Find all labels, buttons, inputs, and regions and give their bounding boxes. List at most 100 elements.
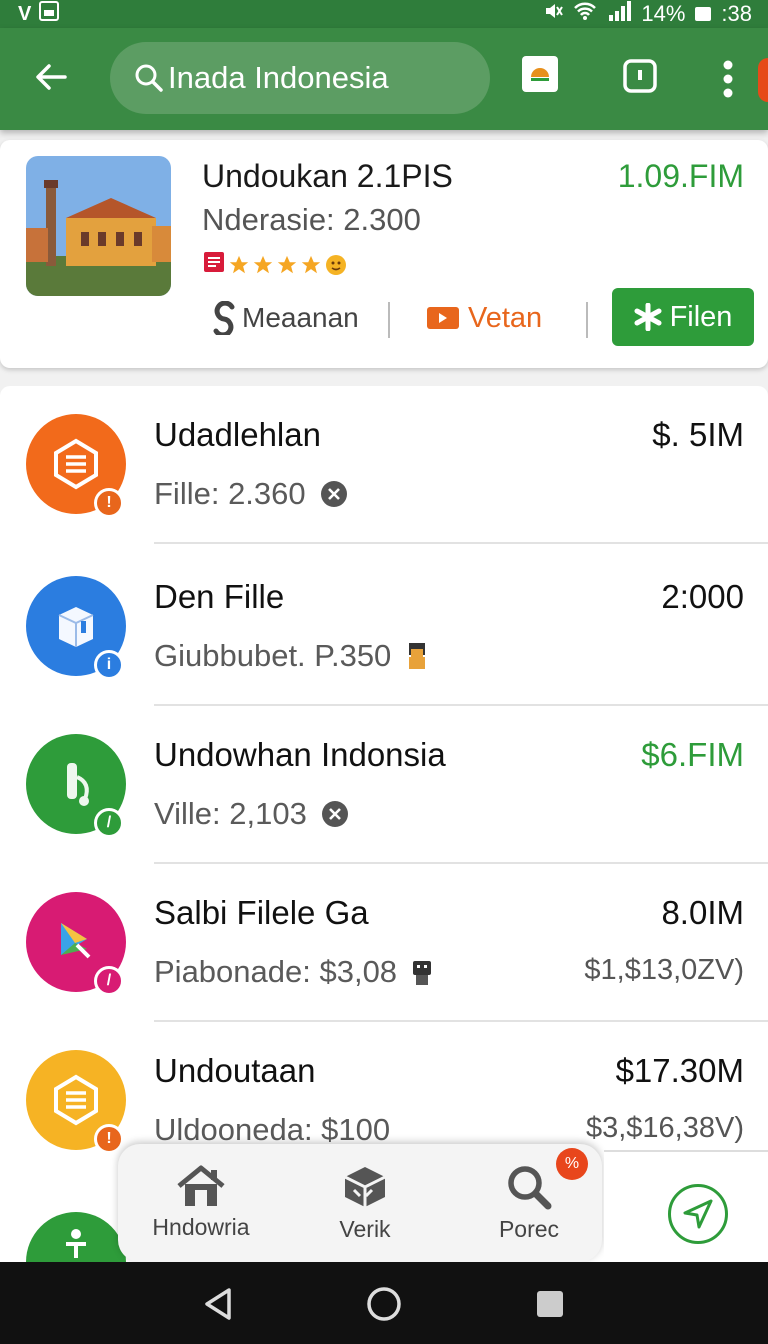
item-subtitle: Fille: 2.360	[154, 476, 348, 512]
search-icon	[134, 63, 164, 93]
more-vert-icon	[723, 60, 733, 98]
status-right: 14% :38	[543, 0, 752, 28]
star-icon	[253, 255, 273, 273]
item-subtitle-text: Ville: 2,103	[154, 796, 307, 831]
item-title: Undoutaan	[154, 1052, 316, 1089]
battery-icon	[695, 7, 712, 21]
item-value: $6.FIM	[641, 736, 744, 773]
share-icon	[213, 301, 235, 335]
item-title: Den Fille	[154, 578, 285, 615]
search-icon	[508, 1166, 552, 1210]
back-button[interactable]	[26, 52, 76, 102]
circle-home-icon	[367, 1287, 401, 1321]
item-subtitle-text: Giubbubet. P.350	[154, 638, 392, 673]
item-secondary-value: $3,$16,38V)	[585, 1112, 744, 1144]
filen-button[interactable]: Filen	[612, 288, 754, 346]
nav-item-verik[interactable]: Verik	[290, 1164, 440, 1254]
star-icon	[301, 255, 321, 273]
close-circle-icon[interactable]	[320, 480, 348, 508]
search-query: Inada Indonesia	[168, 60, 389, 95]
item-value: 2:000	[661, 578, 744, 615]
list-item[interactable]: ! Udadlehlan Fille: 2.360 $. 5IM	[0, 386, 768, 544]
app-toolbar: Inada Indonesia	[0, 28, 768, 130]
meaanan-label: Meaanan	[242, 302, 359, 333]
featured-title: Undoukan 2.1PIS	[202, 158, 453, 194]
divider	[388, 302, 390, 338]
meaanan-button[interactable]: Meaanan	[212, 288, 359, 348]
vetan-button[interactable]: Vetan	[426, 288, 542, 348]
list-item-partial[interactable]	[26, 1212, 126, 1262]
divider	[154, 542, 768, 544]
notification-edge-dot	[758, 58, 768, 102]
star-icon	[277, 255, 297, 273]
accessibility-icon	[26, 1212, 126, 1262]
filen-label: Filen	[669, 300, 733, 333]
nav-label: Porec	[498, 1216, 560, 1242]
info-badge-icon: i	[94, 650, 124, 680]
status-bar: V 14% :38	[0, 0, 768, 28]
more-menu-button[interactable]	[712, 54, 744, 104]
nav-item-home[interactable]: Hndowria	[126, 1164, 276, 1254]
item-title: Udadlehlan	[154, 416, 321, 453]
tablet-icon[interactable]	[620, 56, 660, 96]
app-notification-icon	[39, 1, 60, 27]
person-icon	[409, 643, 426, 669]
item-value: 8.0IM	[661, 894, 744, 931]
close-circle-icon[interactable]	[321, 800, 349, 828]
system-home-button[interactable]	[364, 1284, 404, 1324]
divider	[586, 302, 588, 338]
system-navigation-bar	[0, 1262, 768, 1344]
store-icon[interactable]	[522, 56, 558, 92]
check-badge-icon: /	[94, 808, 124, 838]
item-subtitle: Giubbubet. P.350	[154, 638, 429, 674]
item-value: $17.30M	[615, 1052, 744, 1089]
battery-percent: 14%	[641, 1, 686, 26]
clock: :38	[721, 1, 752, 26]
item-subtitle: Ville: 2,103	[154, 796, 349, 832]
navigation-arrow-icon	[683, 1199, 713, 1229]
system-recents-button[interactable]	[530, 1284, 570, 1324]
wifi-icon	[573, 1, 597, 27]
document-icon	[202, 250, 226, 279]
featured-rating	[202, 250, 348, 279]
star-icon	[229, 255, 249, 273]
item-subtitle: Uldooneda: $100	[154, 1112, 390, 1148]
item-subtitle-text: Fille: 2.360	[154, 476, 306, 511]
item-title: Undowhan Indonsia	[154, 736, 446, 773]
item-subtitle-text: Piabonade: $3,08	[154, 954, 398, 989]
cube-icon	[344, 1167, 386, 1207]
item-title: Salbi Filele Ga	[154, 894, 369, 931]
alert-badge-icon: !	[94, 1124, 124, 1154]
nav-label: Verik	[339, 1216, 391, 1242]
video-icon	[427, 307, 459, 329]
item-subtitle-text: Uldooneda: $100	[154, 1112, 391, 1147]
nav-item-porec[interactable]: Porec	[454, 1164, 604, 1254]
system-back-button[interactable]	[198, 1284, 238, 1324]
list-item[interactable]: i Den Fille Giubbubet. P.350 2:000	[0, 548, 768, 706]
bottom-navigation: Hndowria Verik Porec %	[118, 1144, 602, 1262]
list-item[interactable]: / Salbi Filele Ga Piabonade: $3,08 8.0IM…	[0, 864, 768, 1022]
edit-badge-icon: /	[94, 966, 124, 996]
list-item[interactable]: / Undowhan Indonsia Ville: 2,103 $6.FIM	[0, 706, 768, 864]
vetan-label: Vetan	[468, 301, 543, 334]
emoji-icon	[326, 254, 346, 275]
search-bar[interactable]: Inada Indonesia	[110, 42, 490, 114]
signal-icon	[607, 1, 632, 27]
arrow-left-icon	[36, 64, 67, 90]
navigate-button[interactable]	[668, 1184, 728, 1244]
featured-subtitle: Nderasie: 2.300	[202, 202, 421, 237]
featured-price: 1.09.FIM	[617, 158, 744, 194]
asterisk-icon	[634, 303, 662, 331]
featured-card[interactable]: Undoukan 2.1PIS Nderasie: 2.300 1.09.FIM…	[0, 140, 768, 368]
featured-actions: Meaanan Vetan Filen	[0, 288, 768, 348]
status-glyph: V	[18, 2, 32, 25]
robot-icon	[413, 961, 432, 985]
home-icon	[177, 1165, 225, 1206]
mute-icon	[543, 1, 564, 27]
item-subtitle: Piabonade: $3,08	[154, 954, 433, 990]
square-recents-icon	[537, 1291, 563, 1317]
featured-thumbnail	[26, 156, 171, 296]
triangle-back-icon	[205, 1288, 231, 1320]
item-secondary-value: $1,$13,0ZV)	[584, 954, 744, 986]
nav-label: Hndowria	[152, 1214, 250, 1240]
